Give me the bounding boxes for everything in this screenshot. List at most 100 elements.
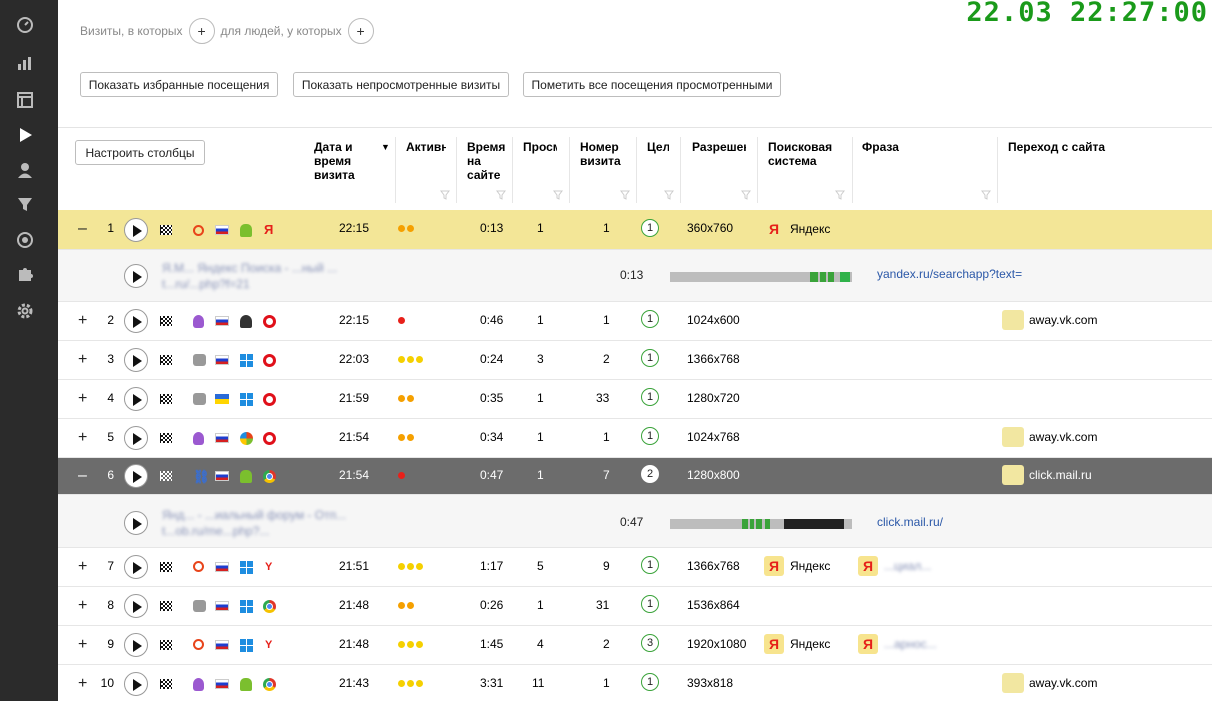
user-icon[interactable] [16,161,34,179]
visit-row[interactable]: + 10 21:43 3:31 11 1 1 393x818 away.vk.c… [58,665,1212,701]
visit-row[interactable]: + 9 Y 21:48 1:45 4 2 3 1920x1080 Я Яндекс… [58,626,1212,665]
show-unviewed-button[interactable]: Показать непросмотренные визиты [293,72,509,97]
activity-dots [398,434,414,442]
filter-funnel-icon[interactable] [835,190,845,200]
play-icon[interactable] [16,126,34,144]
site-favicon-icon [1002,427,1024,447]
goals-badge[interactable]: 2 [641,465,659,483]
checkered-flag-icon[interactable] [160,640,172,650]
referer-domain[interactable]: away.vk.com [1029,430,1097,444]
play-visit-button[interactable] [124,387,148,411]
col-phrase[interactable]: Фраза [862,140,962,154]
visit-row[interactable]: + 4 21:59 0:35 1 33 1 1280x720 [58,380,1212,419]
page-url-link[interactable]: t...ru/...php?f=21 [162,277,250,291]
col-datetime[interactable]: Дата и время визита [314,140,378,182]
col-goals[interactable]: Цел [647,140,669,154]
goals-badge[interactable]: 1 [641,219,659,237]
play-visit-button[interactable] [124,594,148,618]
checkered-flag-icon[interactable] [160,225,172,235]
goals-badge[interactable]: 1 [641,310,659,328]
play-visit-button[interactable] [124,348,148,372]
goals-badge[interactable]: 1 [641,595,659,613]
expand-toggle[interactable]: + [78,351,87,369]
visit-row[interactable]: + 3 22:03 0:24 3 2 1 1366x768 [58,341,1212,380]
goals-badge[interactable]: 1 [641,349,659,367]
page-url-link[interactable]: t...ob.ru/me...php?... [162,524,269,538]
play-visit-button[interactable] [124,464,148,488]
expand-toggle[interactable]: + [78,312,87,330]
referer-domain[interactable]: away.vk.com [1029,676,1097,690]
referer-link[interactable]: click.mail.ru/ [877,515,943,529]
add-visit-condition-button[interactable]: + [188,18,215,44]
configure-columns-button[interactable]: Настроить столбцы [75,140,205,165]
gear-icon[interactable] [16,302,34,320]
dashboard-icon[interactable] [16,16,34,34]
play-page-view-button[interactable] [124,264,148,288]
play-visit-button[interactable] [124,426,148,450]
play-visit-button[interactable] [124,218,148,242]
play-visit-button[interactable] [124,309,148,333]
bar-chart-icon[interactable] [16,54,34,72]
page-view-row[interactable]: Янд... - ...иальный форум - Отп... t...o… [58,495,1212,548]
filter-funnel-icon[interactable] [741,190,751,200]
filter-funnel-icon[interactable] [620,190,630,200]
checkered-flag-icon[interactable] [160,433,172,443]
col-search-engine[interactable]: Поисковая система [768,140,844,168]
funnel-icon[interactable] [16,195,34,213]
layout-icon[interactable] [16,91,34,109]
expand-toggle[interactable]: + [78,675,87,693]
referer-domain[interactable]: away.vk.com [1029,313,1097,327]
col-referer[interactable]: Переход с сайта [1008,140,1168,154]
visit-row[interactable]: + 2 22:15 0:46 1 1 1 1024x600 away.vk.co… [58,302,1212,341]
goals-badge[interactable]: 1 [641,556,659,574]
expand-toggle[interactable]: + [78,558,87,576]
filter-funnel-icon[interactable] [981,190,991,200]
visit-row[interactable]: – 1 Я 22:15 0:13 1 1 1 360x760 Я Яндекс [58,210,1212,250]
expand-toggle[interactable]: + [78,597,87,615]
checkered-flag-icon[interactable] [160,355,172,365]
target-icon[interactable] [16,231,34,249]
visit-row[interactable]: + 7 Y 21:51 1:17 5 9 1 1366x768 Я Яндекс … [58,548,1212,587]
filter-funnel-icon[interactable] [496,190,506,200]
goals-badge[interactable]: 3 [641,634,659,652]
checkered-flag-icon[interactable] [160,471,172,481]
mark-all-viewed-button[interactable]: Пометить все посещения просмотренными [523,72,781,97]
visit-row[interactable]: + 5 21:54 0:34 1 1 1 1024x768 away.vk.co… [58,419,1212,458]
visit-row[interactable]: + 8 21:48 0:26 1 31 1 1536x864 [58,587,1212,626]
play-visit-button[interactable] [124,672,148,696]
checkered-flag-icon[interactable] [160,562,172,572]
filter-funnel-icon[interactable] [664,190,674,200]
goals-badge[interactable]: 1 [641,673,659,691]
col-resolution[interactable]: Разрешен [692,140,746,154]
add-people-condition-button[interactable]: + [347,18,374,44]
col-activity[interactable]: Активн [406,140,446,154]
expand-toggle[interactable]: + [78,429,87,447]
goals-badge[interactable]: 1 [641,427,659,445]
sort-desc-icon[interactable]: ▼ [381,140,391,154]
referer-link[interactable]: yandex.ru/searchapp?text= [877,267,1022,281]
goals-badge[interactable]: 1 [641,388,659,406]
search-phrase-text[interactable]: ...арнос... [884,637,937,651]
col-visit-number[interactable]: Номер визита [580,140,626,168]
play-visit-button[interactable] [124,555,148,579]
col-time-on-site[interactable]: Время на сайте [467,140,505,182]
col-views[interactable]: Просм [523,140,557,154]
collapse-toggle[interactable]: – [78,467,87,485]
checkered-flag-icon[interactable] [160,601,172,611]
filter-funnel-icon[interactable] [553,190,563,200]
checkered-flag-icon[interactable] [160,679,172,689]
show-favorites-button[interactable]: Показать избранные посещения [80,72,278,97]
play-page-view-button[interactable] [124,511,148,535]
referer-domain[interactable]: click.mail.ru [1029,468,1092,482]
page-view-row[interactable]: Я.М... Яндекс Поиска - ...ный ... t...ru… [58,250,1212,302]
checkered-flag-icon[interactable] [160,394,172,404]
filter-funnel-icon[interactable] [440,190,450,200]
play-visit-button[interactable] [124,633,148,657]
expand-toggle[interactable]: + [78,636,87,654]
expand-toggle[interactable]: + [78,390,87,408]
collapse-toggle[interactable]: – [78,220,87,238]
puzzle-icon[interactable] [16,265,34,283]
search-phrase-text[interactable]: ...циал... [884,559,931,573]
visit-row[interactable]: – 6 ⛓ 21:54 0:47 1 7 2 1280x800 click.ma… [58,458,1212,495]
checkered-flag-icon[interactable] [160,316,172,326]
